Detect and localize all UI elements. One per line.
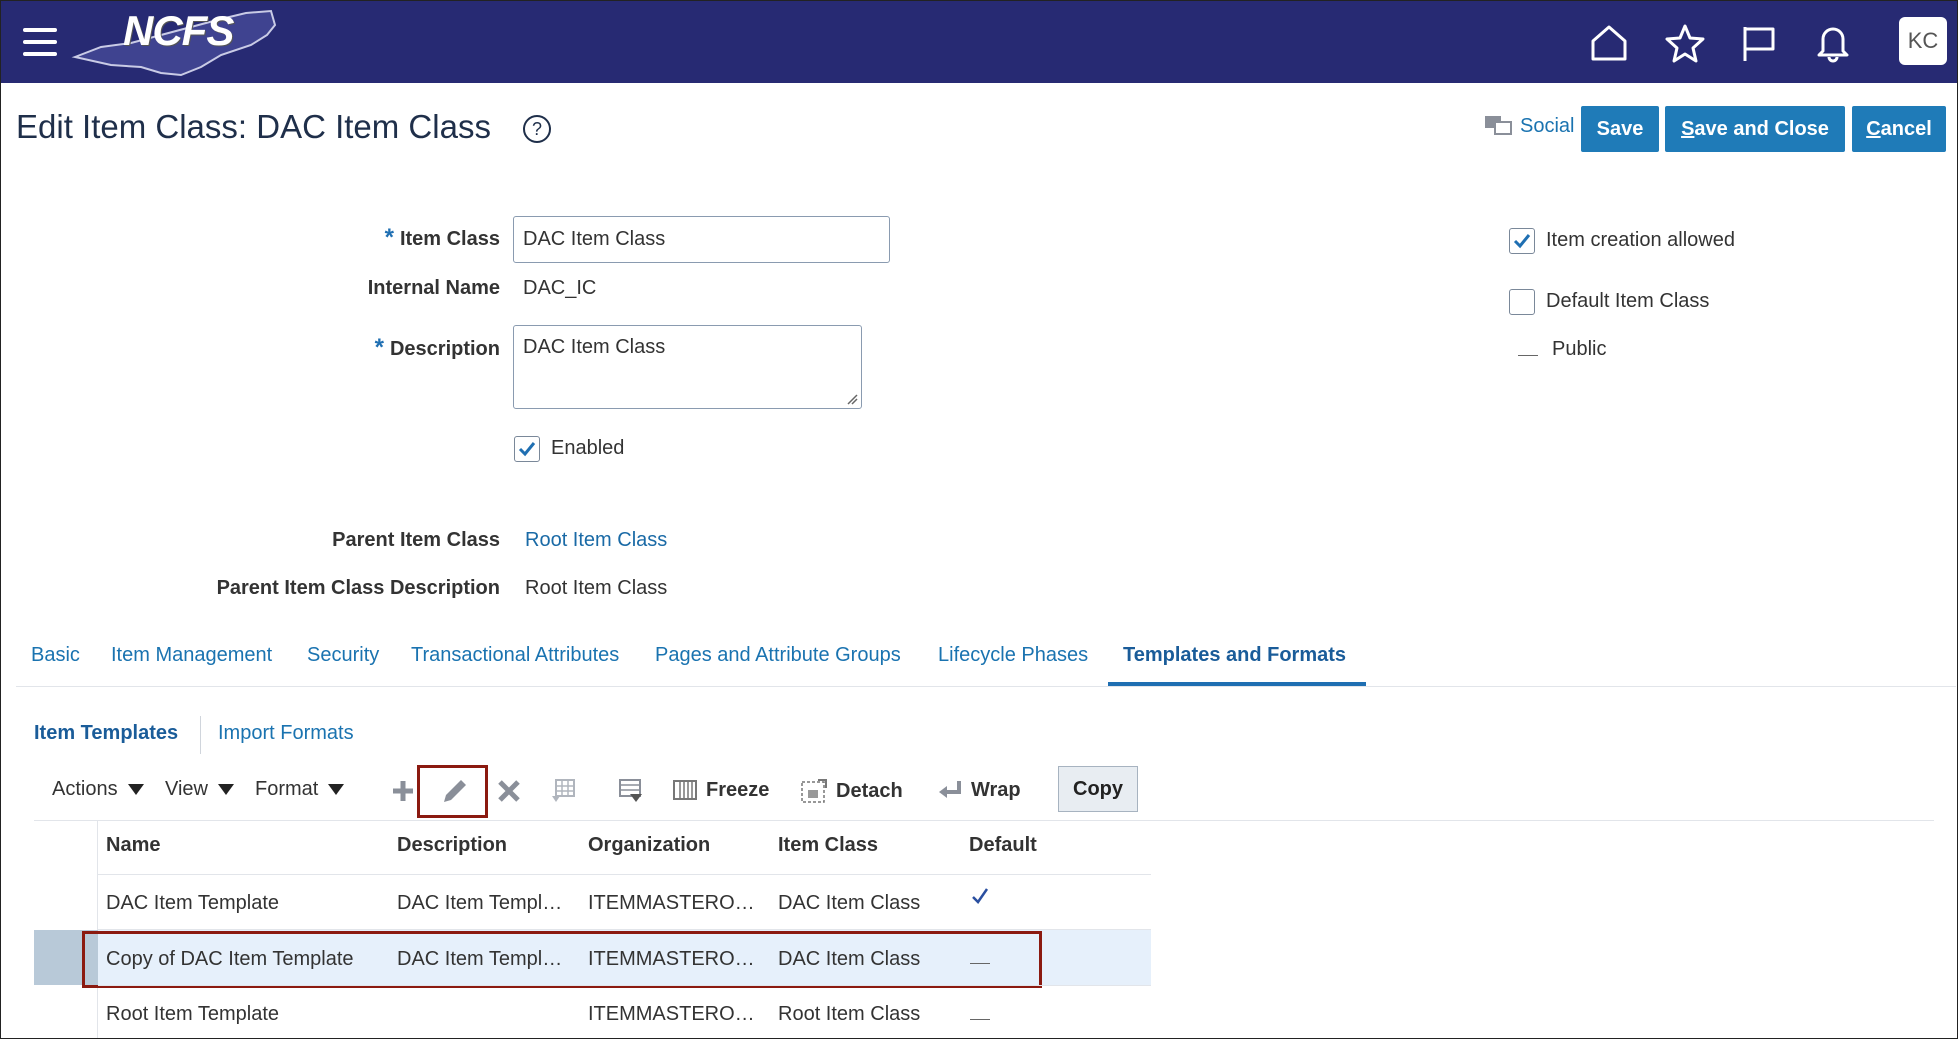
default-checkmark-icon: [972, 888, 989, 904]
help-icon[interactable]: ?: [522, 114, 552, 144]
notifications-bell-icon[interactable]: [1811, 21, 1855, 65]
column-header-description[interactable]: Description: [397, 834, 507, 857]
delete-x-icon[interactable]: [492, 774, 526, 808]
save-and-close-label: ave and Close: [1694, 117, 1829, 140]
tab-item-management[interactable]: Item Management: [111, 644, 272, 667]
selected-row-highlight-box: [82, 931, 1042, 988]
row-organization-cell: ITEMMASTERO…: [588, 1003, 755, 1025]
save-and-close-button[interactable]: Save and Close: [1665, 106, 1845, 152]
dropdown-caret-icon: [218, 784, 234, 795]
description-textarea[interactable]: DAC Item Class: [513, 325, 862, 409]
row-item-class-cell: Root Item Class: [778, 1003, 921, 1025]
hamburger-menu-icon[interactable]: [23, 28, 57, 56]
format-menu[interactable]: Format: [255, 778, 345, 801]
default-item-class-checkbox[interactable]: [1509, 289, 1535, 315]
subtab-divider: [200, 716, 201, 754]
top-navigation-bar: NCFS KC: [1, 1, 1957, 83]
row-name-cell: Root Item Template: [106, 1003, 280, 1025]
row-name-cell: DAC Item Template: [106, 892, 280, 914]
favorites-star-icon[interactable]: [1663, 21, 1707, 65]
resize-handle-icon[interactable]: [846, 393, 858, 405]
row-item-class-cell: DAC Item Class: [778, 892, 921, 914]
social-link[interactable]: Social: [1484, 114, 1574, 138]
query-by-example-icon[interactable]: [546, 774, 580, 808]
subtab-import-formats[interactable]: Import Formats: [218, 722, 354, 745]
dropdown-caret-icon: [127, 784, 144, 795]
social-chat-icon: [1485, 116, 1512, 135]
parent-item-class-description-label: Parent Item Class Description: [216, 577, 500, 599]
public-dash-indicator: [1518, 355, 1538, 356]
subtab-item-templates[interactable]: Item Templates: [34, 722, 178, 745]
enabled-label: Enabled: [551, 437, 625, 459]
item-creation-allowed-checkbox[interactable]: [1509, 228, 1535, 254]
freeze-button[interactable]: Freeze: [672, 778, 769, 802]
social-label: Social: [1520, 114, 1575, 137]
required-indicator: *: [384, 224, 394, 251]
item-creation-allowed-label: Item creation allowed: [1546, 229, 1735, 251]
default-dash-indicator: [970, 1019, 990, 1020]
tab-transactional-attributes[interactable]: Transactional Attributes: [411, 644, 619, 667]
item-class-label: * Item Class: [384, 224, 500, 251]
public-label: Public: [1552, 338, 1607, 360]
parent-item-class-label: Parent Item Class: [332, 529, 500, 551]
column-header-name[interactable]: Name: [106, 834, 160, 857]
logo-text: NCFS: [123, 7, 234, 54]
tab-security[interactable]: Security: [307, 644, 379, 667]
filter-icon[interactable]: [614, 774, 648, 808]
view-menu[interactable]: View: [165, 778, 234, 801]
parent-item-class-description-value: Root Item Class: [525, 577, 668, 599]
tab-templates-and-formats[interactable]: Templates and Formats: [1123, 644, 1346, 667]
wrap-icon: [939, 781, 961, 798]
edit-icon-highlight-box: [417, 765, 488, 818]
wrap-button[interactable]: Wrap: [937, 778, 1021, 802]
checkmark-icon: [1513, 234, 1531, 249]
internal-name-value: DAC_IC: [523, 277, 597, 299]
actions-menu[interactable]: Actions: [52, 778, 144, 801]
column-header-default[interactable]: Default: [969, 834, 1037, 857]
ncfs-logo[interactable]: NCFS: [71, 5, 281, 81]
default-item-class-label: Default Item Class: [1546, 290, 1710, 312]
item-class-input[interactable]: [513, 216, 890, 263]
internal-name-label: Internal Name: [367, 277, 500, 299]
svg-text:?: ?: [532, 119, 542, 139]
cancel-mnemonic: C: [1866, 117, 1881, 140]
cancel-label: ancel: [1880, 117, 1932, 140]
add-row-icon[interactable]: [386, 774, 420, 808]
save-and-close-mnemonic: S: [1681, 117, 1695, 140]
table-top-border: [34, 820, 1934, 821]
detach-button[interactable]: Detach: [800, 778, 903, 804]
parent-item-class-link[interactable]: Root Item Class: [525, 529, 667, 552]
tab-basic[interactable]: Basic: [31, 644, 80, 667]
checkmark-icon: [518, 442, 536, 457]
row-description-cell: DAC Item Templ…: [397, 892, 563, 914]
enabled-checkbox[interactable]: [514, 436, 540, 462]
home-icon[interactable]: [1587, 21, 1631, 65]
cancel-button[interactable]: Cancel: [1852, 106, 1946, 152]
tab-lifecycle-phases[interactable]: Lifecycle Phases: [938, 644, 1088, 667]
dropdown-caret-icon: [328, 784, 345, 795]
freeze-icon: [673, 780, 697, 800]
save-button[interactable]: Save: [1581, 106, 1659, 152]
page-title: Edit Item Class: DAC Item Class: [16, 108, 491, 145]
description-label: * Description: [374, 334, 500, 361]
active-tab-indicator: [1108, 682, 1366, 686]
user-avatar[interactable]: KC: [1899, 17, 1947, 65]
column-header-item-class[interactable]: Item Class: [778, 834, 878, 857]
row-organization-cell: ITEMMASTERO…: [588, 892, 755, 914]
watchlist-flag-icon[interactable]: [1737, 21, 1781, 65]
detach-icon: [801, 779, 827, 803]
tab-pages-and-attribute-groups[interactable]: Pages and Attribute Groups: [655, 644, 901, 667]
description-value: DAC Item Class: [523, 336, 666, 358]
copy-button[interactable]: Copy: [1058, 766, 1138, 812]
required-indicator: *: [374, 334, 384, 361]
column-header-organization[interactable]: Organization: [588, 834, 710, 857]
